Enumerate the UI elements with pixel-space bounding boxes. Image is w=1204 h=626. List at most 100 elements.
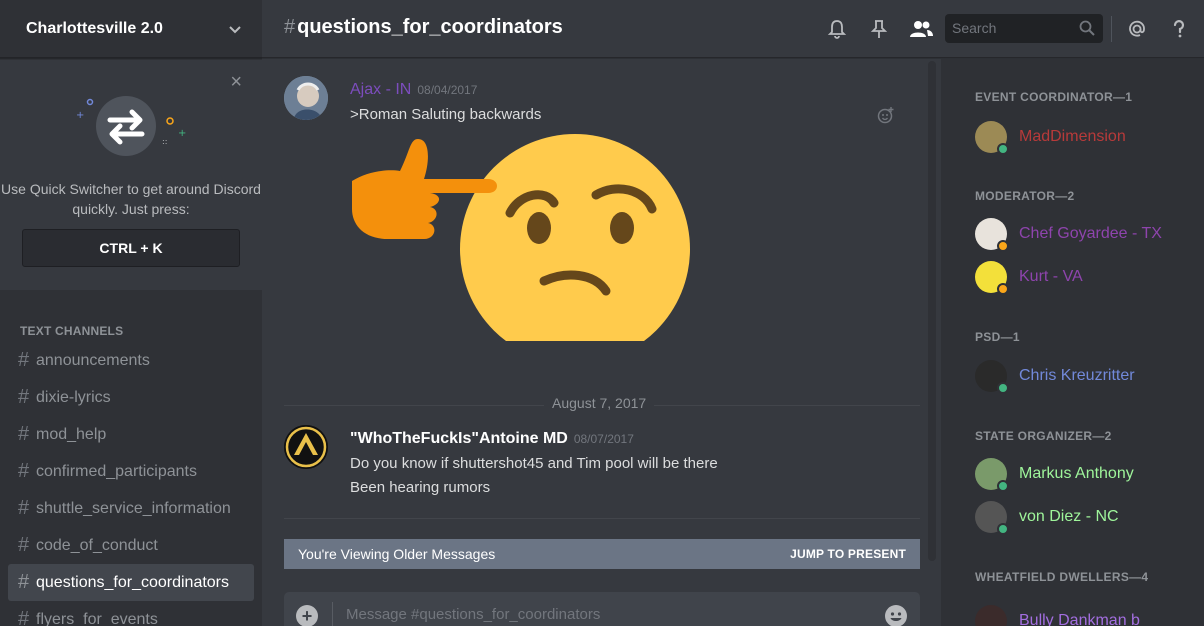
category-text-channels[interactable]: TEXT CHANNELS [20, 324, 123, 338]
message-text: Do you know if shuttershot45 and Tim poo… [350, 455, 718, 472]
member-item[interactable]: Chris Kreuzritter [975, 359, 1135, 394]
channel-label: flyers_for_events [36, 610, 158, 626]
user-avatar-image [284, 425, 328, 469]
older-messages-text: You're Viewing Older Messages [298, 546, 496, 562]
hash-icon: # [284, 16, 296, 38]
member-list: EVENT COORDINATOR—1 MadDimension MODERAT… [941, 59, 1204, 626]
mention-icon[interactable] [1126, 18, 1148, 40]
channel-label: confirmed_participants [36, 462, 197, 480]
channel-flyers-for-events[interactable]: # flyers_for_events [8, 601, 254, 626]
members-icon[interactable] [908, 18, 934, 40]
channel-mod-help[interactable]: # mod_help [8, 416, 254, 453]
bell-icon[interactable] [826, 18, 848, 40]
avatar [975, 121, 1009, 155]
role-header: WHEATFIELD DWELLERS—4 [975, 570, 1149, 584]
hash-icon: # [18, 497, 30, 519]
server-name: Charlottesville 2.0 [26, 19, 163, 37]
hash-icon: # [18, 423, 30, 445]
channel-shuttle-service-information[interactable]: # shuttle_service_information [8, 490, 254, 527]
channel-dixie-lyrics[interactable]: # dixie-lyrics [8, 379, 254, 416]
message-timestamp: 08/04/2017 [417, 83, 478, 97]
member-name: Chris Kreuzritter [1019, 367, 1135, 384]
channel-confirmed-participants[interactable]: # confirmed_participants [8, 453, 254, 490]
svg-text:+: + [178, 128, 186, 139]
message-author[interactable]: Ajax - IN 08/04/2017 [350, 81, 477, 99]
channel-label: mod_help [36, 425, 107, 443]
date-divider-label: August 7, 2017 [544, 395, 655, 411]
member-item[interactable]: von Diez - NC [975, 500, 1119, 535]
avatar [975, 501, 1009, 535]
member-name: Bully Dankman b [1019, 612, 1140, 626]
quick-switcher-text: Use Quick Switcher to get around Discord… [1, 181, 261, 217]
emoji-picker-icon[interactable] [884, 604, 908, 626]
avatar[interactable] [284, 425, 328, 469]
member-item[interactable]: Kurt - VA [975, 260, 1083, 295]
message-input[interactable] [346, 606, 846, 623]
message-divider [284, 518, 920, 519]
role-header: PSD—1 [975, 330, 1020, 344]
upload-plus-icon[interactable]: + [296, 605, 318, 626]
channel-announcements[interactable]: # announcements [8, 342, 254, 379]
shortcut-key: CTRL + K [22, 229, 240, 267]
message-author[interactable]: "WhoTheFuckIs"Antoine MD 08/07/2017 [350, 430, 634, 448]
status-idle-icon [997, 240, 1009, 252]
help-icon[interactable] [1168, 18, 1190, 40]
avatar[interactable] [284, 76, 328, 120]
older-messages-banner: You're Viewing Older Messages JUMP TO PR… [284, 539, 920, 569]
search-icon [1079, 20, 1095, 36]
chevron-down-icon[interactable] [228, 22, 242, 36]
message-composer: + [284, 592, 920, 626]
hash-icon: # [18, 460, 30, 482]
composer-divider [332, 602, 333, 626]
hash-icon: # [18, 349, 30, 371]
avatar [975, 360, 1009, 394]
search-box[interactable] [945, 14, 1103, 43]
member-name: Markus Anthony [1019, 465, 1134, 482]
channel-label: questions_for_coordinators [36, 573, 230, 591]
message-timestamp: 08/07/2017 [573, 432, 634, 446]
channel-sidebar: Charlottesville 2.0 × + + :: Use Quick S… [0, 0, 262, 626]
role-header: STATE ORGANIZER—2 [975, 429, 1112, 443]
channel-code-of-conduct[interactable]: # code_of_conduct [8, 527, 254, 564]
channel-questions-for-coordinators[interactable]: # questions_for_coordinators [8, 564, 254, 601]
member-name: von Diez - NC [1019, 508, 1119, 525]
member-item[interactable]: Bully Dankman b [975, 604, 1140, 626]
scrollbar[interactable] [928, 61, 936, 561]
close-icon[interactable]: × [230, 72, 242, 92]
member-name: Chef Goyardee - TX [1019, 225, 1162, 242]
role-header: EVENT COORDINATOR—1 [975, 90, 1133, 104]
channel-label: announcements [36, 351, 150, 369]
channel-title: # questions_for_coordinators [284, 16, 563, 39]
status-online-icon [997, 523, 1009, 535]
channel-label: dixie-lyrics [36, 388, 111, 406]
hash-icon: # [18, 534, 30, 556]
hash-icon: # [18, 386, 30, 408]
search-input[interactable] [952, 20, 1072, 36]
author-name: Ajax - IN [350, 81, 412, 98]
author-name: "WhoTheFuckIs"Antoine MD [350, 430, 568, 447]
message-text: Been hearing rumors [350, 479, 491, 496]
message-area: Ajax - IN 08/04/2017 >Roman Saluting back… [262, 59, 940, 626]
status-online-icon [997, 480, 1009, 492]
quick-switcher-illustration: + + :: [76, 96, 186, 156]
pin-icon[interactable] [868, 18, 890, 40]
member-item[interactable]: Chef Goyardee - TX [975, 217, 1162, 252]
jump-to-present-button[interactable]: JUMP TO PRESENT [790, 547, 906, 561]
server-header[interactable]: Charlottesville 2.0 [0, 0, 262, 58]
role-header: MODERATOR—2 [975, 189, 1075, 203]
header-divider [1111, 16, 1112, 42]
avatar [975, 458, 1009, 492]
channel-label: shuttle_service_information [36, 499, 231, 517]
channel-list: # announcements # dixie-lyrics # mod_help #… [8, 342, 254, 626]
svg-text:+: + [76, 110, 84, 121]
member-item[interactable]: Markus Anthony [975, 457, 1134, 492]
message-text: >Roman Saluting backwards [350, 106, 542, 123]
channel-title-text: questions_for_coordinators [297, 16, 563, 38]
avatar [975, 605, 1007, 626]
avatar [975, 261, 1009, 295]
member-item[interactable]: MadDimension [975, 120, 1126, 155]
thinking-emoji-image [352, 134, 690, 341]
add-reaction-icon[interactable] [877, 106, 895, 124]
channel-header: # questions_for_coordinators [262, 0, 1204, 58]
quick-switcher-tip: × + + :: Use Quick Switcher to get aroun… [0, 60, 262, 290]
